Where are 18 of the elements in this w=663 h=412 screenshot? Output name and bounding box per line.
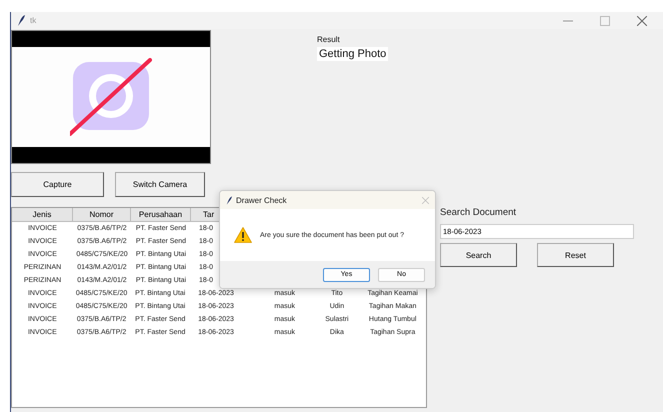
close-icon[interactable] <box>637 16 647 26</box>
dialog-title: Drawer Check <box>236 196 287 204</box>
camera-button[interactable]: Switch Camera <box>115 172 205 197</box>
warning-icon <box>234 227 252 243</box>
feather-icon <box>17 15 25 26</box>
search-label: Search Document <box>440 207 518 220</box>
camera-off-icon <box>70 58 152 136</box>
result-value: Getting Photo <box>317 47 388 61</box>
camera-button[interactable]: Capture <box>11 172 104 197</box>
column-header[interactable]: Perusahaan <box>131 208 191 222</box>
column-header[interactable]: Nomor <box>73 208 131 222</box>
search-button[interactable]: Search <box>440 243 517 267</box>
maximize-icon[interactable] <box>600 16 610 26</box>
search-button[interactable]: Reset <box>537 243 614 267</box>
feather-icon <box>226 196 232 204</box>
window-title: tk <box>30 16 36 25</box>
column-header[interactable]: Jenis <box>12 208 73 222</box>
result-label: Result <box>317 35 340 44</box>
